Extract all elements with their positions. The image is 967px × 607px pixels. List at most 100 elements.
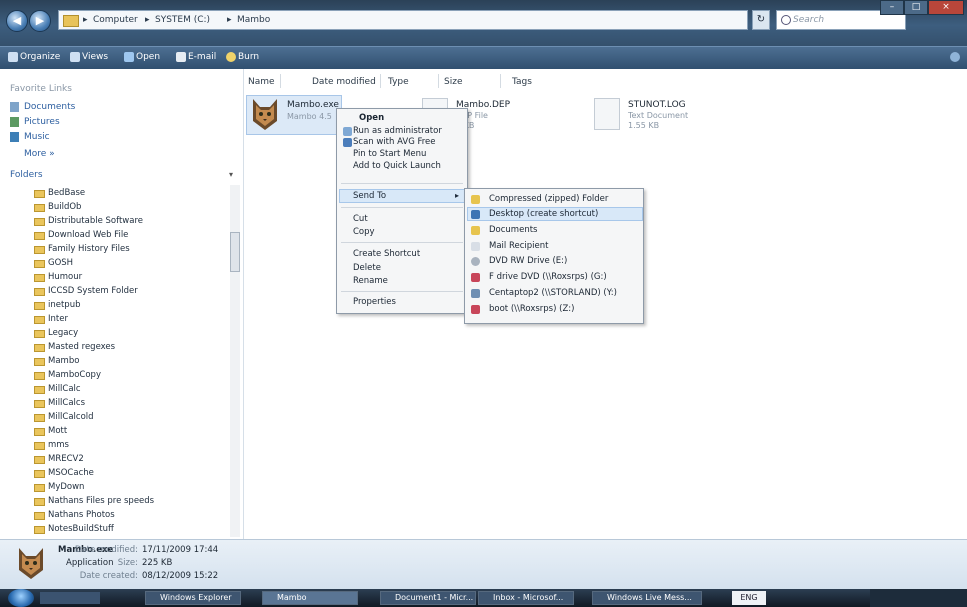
favorite-pictures[interactable]: Pictures — [24, 117, 60, 127]
burn-button[interactable]: Burn — [238, 52, 259, 62]
tree-item[interactable]: Family History Files — [34, 244, 130, 256]
tree-item[interactable]: Inter — [34, 314, 68, 326]
sendto-documents[interactable]: Documents — [489, 225, 537, 235]
organize-button[interactable]: Organize — [20, 52, 60, 62]
file-name[interactable]: STUNOT.LOG — [628, 100, 686, 110]
folder-icon — [34, 260, 45, 268]
menu-item-pin-start[interactable]: Pin to Start Menu — [353, 149, 426, 159]
tree-item[interactable]: MSOCache — [34, 468, 94, 480]
column-tags[interactable]: Tags — [512, 77, 532, 87]
chevron-down-icon[interactable]: ▾ — [229, 170, 233, 179]
column-name[interactable]: Name — [248, 77, 275, 87]
tree-item[interactable]: inetpub — [34, 300, 81, 312]
system-tray[interactable] — [870, 589, 967, 607]
menu-item-open[interactable]: Open — [359, 113, 384, 123]
language-indicator[interactable]: ENG — [732, 591, 766, 605]
more-link[interactable]: More » — [24, 149, 55, 159]
taskbar-button[interactable]: Windows Live Mess... — [592, 591, 702, 605]
tree-item[interactable]: MillCalcs — [34, 398, 85, 410]
favorite-links-heading: Favorite Links — [10, 84, 72, 94]
column-size[interactable]: Size — [444, 77, 462, 87]
folders-heading[interactable]: Folders — [10, 170, 43, 180]
menu-item-delete[interactable]: Delete — [353, 263, 381, 273]
menu-item-properties[interactable]: Properties — [353, 297, 396, 307]
address-bar[interactable]: ▸ Computer ▸ SYSTEM (C:) ▸ Mambo — [58, 10, 748, 30]
close-button[interactable]: × — [928, 0, 964, 15]
breadcrumb-drive[interactable]: SYSTEM (C:) — [155, 15, 210, 25]
tree-item[interactable]: MRECV2 — [34, 454, 84, 466]
sendto-centaptop[interactable]: Centaptop2 (\\STORLAND) (Y:) — [489, 288, 617, 298]
tree-item[interactable]: GOSH — [34, 258, 73, 270]
folder-icon — [34, 470, 45, 478]
tree-item[interactable]: Legacy — [34, 328, 78, 340]
start-button[interactable] — [8, 589, 34, 607]
folder-icon — [34, 274, 45, 282]
menu-separator — [341, 183, 463, 184]
tree-item[interactable]: Nathans Files pre speeds — [34, 496, 154, 508]
email-icon — [176, 52, 186, 62]
quick-launch[interactable] — [40, 592, 100, 604]
folder-icon — [34, 344, 45, 352]
help-icon[interactable] — [950, 52, 960, 62]
breadcrumb-computer[interactable]: Computer — [93, 15, 138, 25]
taskbar-button[interactable]: Inbox - Microsof... — [478, 591, 574, 605]
menu-item-rename[interactable]: Rename — [353, 276, 388, 286]
menu-item-create-shortcut[interactable]: Create Shortcut — [353, 249, 420, 259]
menu-item-scan-avg[interactable]: Scan with AVG Free — [353, 137, 436, 147]
tree-item[interactable]: MillCalcold — [34, 412, 94, 424]
favorite-music[interactable]: Music — [24, 132, 50, 142]
open-button[interactable]: Open — [136, 52, 160, 62]
cat-app-icon — [16, 546, 46, 580]
folder-icon — [34, 232, 45, 240]
menu-item-quick-launch[interactable]: Add to Quick Launch — [353, 161, 441, 171]
tree-item[interactable]: MillCalc — [34, 384, 81, 396]
taskbar-button[interactable]: Windows Explorer — [145, 591, 241, 605]
folder-icon — [34, 442, 45, 450]
tree-item[interactable]: Mott — [34, 426, 67, 438]
maximize-button[interactable]: □ — [904, 0, 928, 15]
folder-icon — [34, 512, 45, 520]
taskbar-button-active[interactable]: Mambo — [262, 591, 358, 605]
back-button[interactable]: ◀ — [6, 10, 28, 32]
tree-item[interactable]: NotesBuildStuff — [34, 524, 114, 536]
folder-icon — [34, 330, 45, 338]
document-icon[interactable] — [594, 98, 620, 130]
tree-item[interactable]: BuildOb — [34, 202, 81, 214]
refresh-icon[interactable]: ↻ — [752, 10, 770, 30]
tree-item[interactable]: Nathans Photos — [34, 510, 115, 522]
burn-icon — [226, 52, 236, 62]
menu-item-cut[interactable]: Cut — [353, 214, 368, 224]
folder-icon — [34, 400, 45, 408]
details-created-value: 08/12/2009 15:22 — [142, 571, 219, 581]
tree-item[interactable]: BedBase — [34, 188, 85, 200]
sendto-f-drive[interactable]: F drive DVD (\\Roxsrps) (G:) — [489, 272, 607, 282]
tree-item[interactable]: Masted regexes — [34, 342, 115, 354]
views-button[interactable]: Views — [82, 52, 108, 62]
tree-item[interactable]: MamboCopy — [34, 370, 101, 382]
tree-item[interactable]: Distributable Software — [34, 216, 143, 228]
taskbar: Windows Explorer Mambo Document1 - Micr.… — [0, 589, 967, 607]
tree-item[interactable]: Download Web File — [34, 230, 128, 242]
breadcrumb-folder[interactable]: Mambo — [237, 15, 270, 25]
forward-button[interactable]: ▶ — [29, 10, 51, 32]
mail-icon — [471, 242, 480, 251]
sendto-dvd[interactable]: DVD RW Drive (E:) — [489, 256, 567, 266]
nav-scrollbar-thumb[interactable] — [230, 232, 240, 272]
favorite-documents[interactable]: Documents — [24, 102, 75, 112]
tree-item[interactable]: mms — [34, 440, 69, 452]
tree-item[interactable]: MyDown — [34, 482, 84, 494]
tree-item[interactable]: Mambo — [34, 356, 79, 368]
menu-item-copy[interactable]: Copy — [353, 227, 375, 237]
minimize-button[interactable]: – — [880, 0, 904, 15]
details-modified-value: 17/11/2009 17:44 — [142, 545, 219, 555]
column-date-modified[interactable]: Date modified — [312, 77, 376, 87]
email-button[interactable]: E-mail — [188, 52, 216, 62]
sendto-compressed[interactable]: Compressed (zipped) Folder — [489, 194, 608, 204]
sendto-boot[interactable]: boot (\\Roxsrps) (Z:) — [489, 304, 574, 314]
taskbar-button[interactable]: Document1 - Micr... — [380, 591, 476, 605]
sendto-mail[interactable]: Mail Recipient — [489, 241, 548, 251]
tree-item[interactable]: ICCSD System Folder — [34, 286, 138, 298]
tree-item[interactable]: Humour — [34, 272, 82, 284]
column-type[interactable]: Type — [388, 77, 409, 87]
menu-item-run-as-admin[interactable]: Run as administrator — [353, 126, 442, 136]
